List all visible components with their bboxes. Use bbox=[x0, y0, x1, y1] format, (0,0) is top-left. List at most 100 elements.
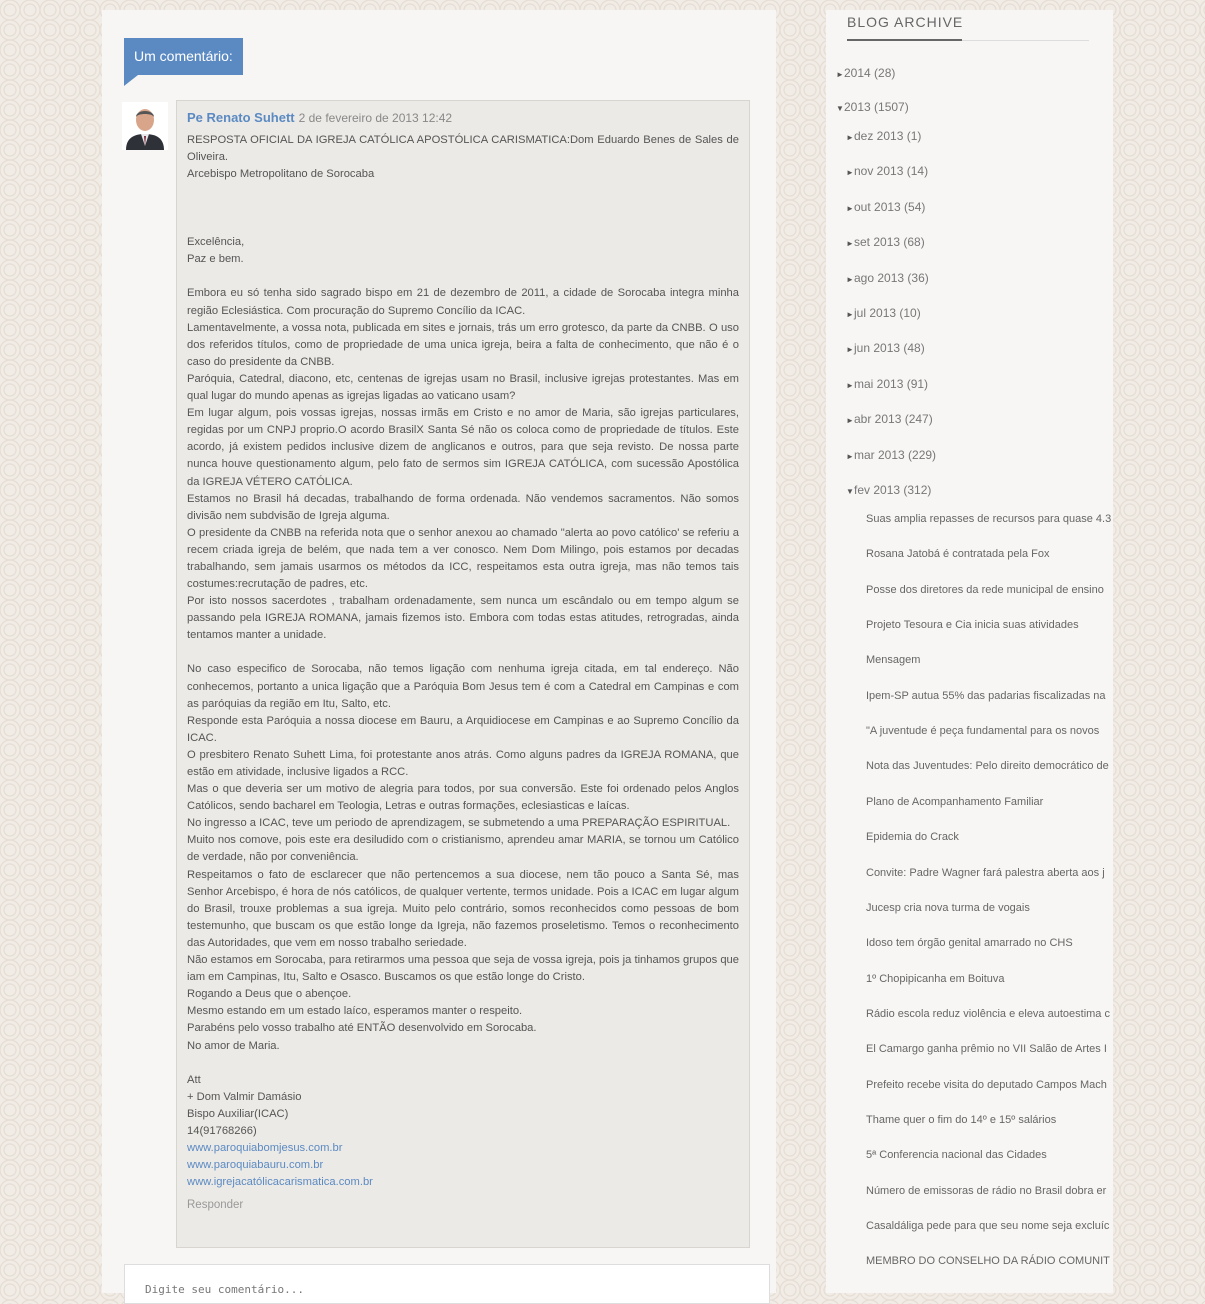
archive-month[interactable]: ►set 2013 (68) bbox=[846, 235, 925, 249]
archive-post-link[interactable]: Número de emissoras de rádio no Brasil d… bbox=[866, 1185, 1106, 1197]
archive-label[interactable]: 2014 bbox=[844, 66, 871, 80]
archive-label[interactable]: mar 2013 bbox=[854, 448, 905, 462]
archive-count: (247) bbox=[901, 412, 933, 427]
archive-post-link[interactable]: Casaldáliga pede para que seu nome seja … bbox=[866, 1220, 1109, 1232]
comment-paragraph: + Dom Valmir Damásio bbox=[187, 1090, 302, 1103]
archive-post-link[interactable]: Jucesp cria nova turma de vogais bbox=[866, 902, 1030, 914]
archive-post-link[interactable]: Suas amplia repasses de recursos para qu… bbox=[866, 513, 1111, 525]
archive-count: (91) bbox=[903, 376, 929, 391]
archive-month[interactable]: ►jun 2013 (48) bbox=[846, 341, 925, 355]
archive-label[interactable]: abr 2013 bbox=[854, 412, 901, 426]
triangle-right-icon[interactable]: ► bbox=[846, 133, 854, 142]
triangle-right-icon[interactable]: ► bbox=[846, 345, 854, 354]
comment-paragraph: Mesmo estando em um estado laíco, espera… bbox=[187, 1005, 523, 1018]
comment-paragraph: Excelência, bbox=[187, 236, 245, 249]
comment-paragraph: Paz e bem. bbox=[187, 253, 244, 266]
archive-label[interactable]: jun 2013 bbox=[854, 341, 900, 355]
comment-website-link[interactable]: www.igrejacatólicacarismatica.com.br bbox=[187, 1174, 739, 1191]
main-column: Um comentário: Pe Renato Suhett 2 de feve… bbox=[102, 10, 776, 1304]
comment-date-link[interactable]: 2 de fevereiro de 2013 12:42 bbox=[299, 111, 452, 125]
archive-month[interactable]: ►abr 2013 (247) bbox=[846, 412, 933, 426]
comment-input[interactable]: Digite seu comentário... bbox=[124, 1264, 770, 1304]
blog-archive-title: BLOG ARCHIVE bbox=[847, 14, 964, 30]
comment-author-link[interactable]: Pe Renato Suhett bbox=[187, 110, 295, 125]
archive-post-link[interactable]: Convite: Padre Wagner fará palestra aber… bbox=[866, 867, 1105, 879]
archive-year[interactable]: ▼2013 (1507) bbox=[836, 100, 909, 114]
triangle-right-icon[interactable]: ► bbox=[836, 70, 844, 79]
comment-paragraph: 14(91768266) bbox=[187, 1124, 257, 1137]
archive-title-divider bbox=[847, 39, 1089, 41]
comment-paragraph: O presbitero Renato Suhett Lima, foi pro… bbox=[187, 748, 739, 778]
archive-label[interactable]: jul 2013 bbox=[854, 306, 896, 320]
triangle-down-icon[interactable]: ▼ bbox=[836, 104, 844, 113]
comments-count-header: Um comentário: bbox=[124, 38, 243, 86]
comment-paragraph: Responde esta Paróquia a nossa diocese e… bbox=[187, 714, 739, 744]
archive-label[interactable]: 2013 bbox=[844, 100, 871, 114]
archive-post-link[interactable]: El Camargo ganha prêmio no VII Salão de … bbox=[866, 1043, 1107, 1055]
comment-paragraph: Rogando a Deus que o abençoe. bbox=[187, 988, 352, 1001]
comment-paragraph: Estamos no Brasil há decadas, trabalhand… bbox=[187, 492, 739, 522]
avatar-image bbox=[122, 102, 168, 150]
archive-post-link[interactable]: Projeto Tesoura e Cia inicia suas ativid… bbox=[866, 619, 1079, 631]
archive-label[interactable]: ago 2013 bbox=[854, 271, 904, 285]
archive-month[interactable]: ►mar 2013 (229) bbox=[846, 448, 936, 462]
comment-paragraph: Att bbox=[187, 1073, 201, 1086]
archive-post-link[interactable]: Nota das Juventudes: Pelo direito democr… bbox=[866, 760, 1109, 772]
triangle-right-icon[interactable]: ► bbox=[846, 275, 854, 284]
archive-label[interactable]: nov 2013 bbox=[854, 164, 903, 178]
triangle-right-icon[interactable]: ► bbox=[846, 310, 854, 319]
archive-month[interactable]: ►nov 2013 (14) bbox=[846, 164, 928, 178]
archive-post-link[interactable]: Thame quer o fim do 14º e 15º salários bbox=[866, 1114, 1056, 1126]
comment-input-placeholder: Digite seu comentário... bbox=[145, 1283, 304, 1296]
archive-year[interactable]: ►2014 (28) bbox=[836, 66, 895, 80]
triangle-right-icon[interactable]: ► bbox=[846, 416, 854, 425]
triangle-right-icon[interactable]: ► bbox=[846, 168, 854, 177]
comment-paragraph: Bispo Auxiliar(ICAC) bbox=[187, 1107, 289, 1120]
triangle-right-icon[interactable]: ► bbox=[846, 381, 854, 390]
comment-paragraph: No amor de Maria. bbox=[187, 1039, 280, 1052]
comment-links: www.paroquiabomjesus.com.br www.paroquiab… bbox=[187, 1140, 739, 1191]
comment-website-link[interactable]: www.paroquiabomjesus.com.br bbox=[187, 1140, 739, 1157]
archive-month[interactable]: ►out 2013 (54) bbox=[846, 200, 925, 214]
archive-post-link[interactable]: Plano de Acompanhamento Familiar bbox=[866, 796, 1043, 808]
archive-post-link[interactable]: Prefeito recebe visita do deputado Campo… bbox=[866, 1079, 1107, 1091]
archive-count: (36) bbox=[904, 270, 929, 285]
archive-post-link[interactable]: "A juventude é peça fundamental para os … bbox=[866, 725, 1099, 737]
archive-label[interactable]: dez 2013 bbox=[854, 129, 903, 143]
avatar[interactable] bbox=[122, 102, 168, 150]
archive-label[interactable]: out 2013 bbox=[854, 200, 901, 214]
archive-label[interactable]: set 2013 bbox=[854, 235, 900, 249]
archive-month[interactable]: ►mai 2013 (91) bbox=[846, 377, 928, 391]
comment-paragraph: RESPOSTA OFICIAL DA IGREJA CATÓLICA APOS… bbox=[187, 134, 739, 164]
comment-paragraph: Mas o que deveria ser um motivo de alegr… bbox=[187, 783, 739, 813]
archive-month[interactable]: ►jul 2013 (10) bbox=[846, 306, 921, 320]
comment-website-link[interactable]: www.paroquiabauru.com.br bbox=[187, 1157, 739, 1174]
archive-post-link[interactable]: Epidemia do Crack bbox=[866, 831, 959, 843]
triangle-right-icon[interactable]: ► bbox=[846, 204, 854, 213]
comment-paragraph: Respeitamos o fato de esclarecer que não… bbox=[187, 868, 739, 949]
archive-month[interactable]: ►ago 2013 (36) bbox=[846, 271, 929, 285]
archive-post-link[interactable]: Idoso tem órgão genital amarrado no CHS bbox=[866, 937, 1073, 949]
archive-post-link[interactable]: Mensagem bbox=[866, 654, 920, 666]
triangle-right-icon[interactable]: ► bbox=[846, 239, 854, 248]
archive-label[interactable]: mai 2013 bbox=[854, 377, 903, 391]
archive-label[interactable]: fev 2013 bbox=[854, 483, 900, 497]
comment-paragraph: Por isto nossos sacerdotes , trabalham o… bbox=[187, 595, 739, 642]
triangle-right-icon[interactable]: ► bbox=[846, 452, 854, 461]
archive-post-link[interactable]: 1º Chopipicanha em Boituva bbox=[866, 973, 1005, 985]
archive-count: (68) bbox=[900, 235, 925, 250]
archive-month[interactable]: ▼fev 2013 (312) bbox=[846, 483, 931, 497]
archive-post-link[interactable]: MEMBRO DO CONSELHO DA RÁDIO COMUNIT bbox=[866, 1255, 1110, 1267]
comment-paragraph: Não estamos em Sorocaba, para retirarmos… bbox=[187, 954, 739, 984]
archive-count: (1) bbox=[903, 129, 922, 143]
archive-post-link[interactable]: Posse dos diretores da rede municipal de… bbox=[866, 584, 1104, 596]
archive-post-link[interactable]: Rosana Jatobá é contratada pela Fox bbox=[866, 548, 1049, 560]
archive-post-link[interactable]: Rádio escola reduz violência e eleva aut… bbox=[866, 1008, 1110, 1020]
archive-post-link[interactable]: 5ª Conferencia nacional das Cidades bbox=[866, 1149, 1047, 1161]
comment-paragraph: Paróquia, Catedral, diacono, etc, centen… bbox=[187, 372, 739, 403]
reply-link[interactable]: Responder bbox=[187, 1199, 739, 1211]
archive-post-link[interactable]: Ipem-SP autua 55% das padarias fiscaliza… bbox=[866, 690, 1106, 702]
archive-count: (28) bbox=[870, 66, 896, 80]
archive-month[interactable]: ►dez 2013 (1) bbox=[846, 129, 921, 143]
triangle-down-icon[interactable]: ▼ bbox=[846, 487, 854, 496]
